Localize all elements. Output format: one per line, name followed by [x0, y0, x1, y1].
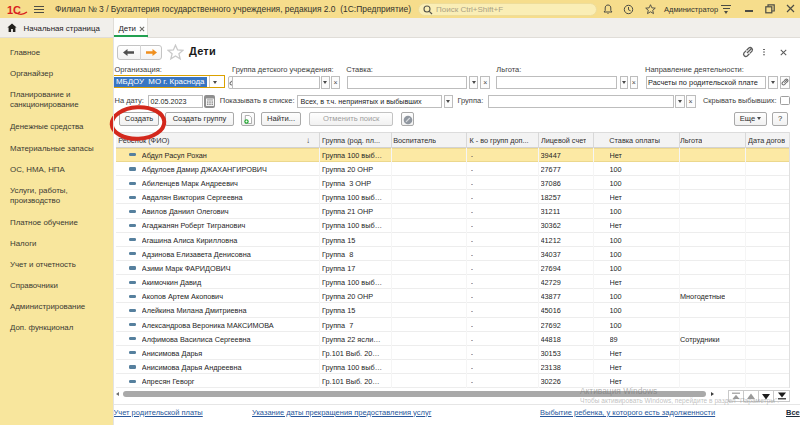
svg-text:1С: 1С — [7, 4, 21, 15]
